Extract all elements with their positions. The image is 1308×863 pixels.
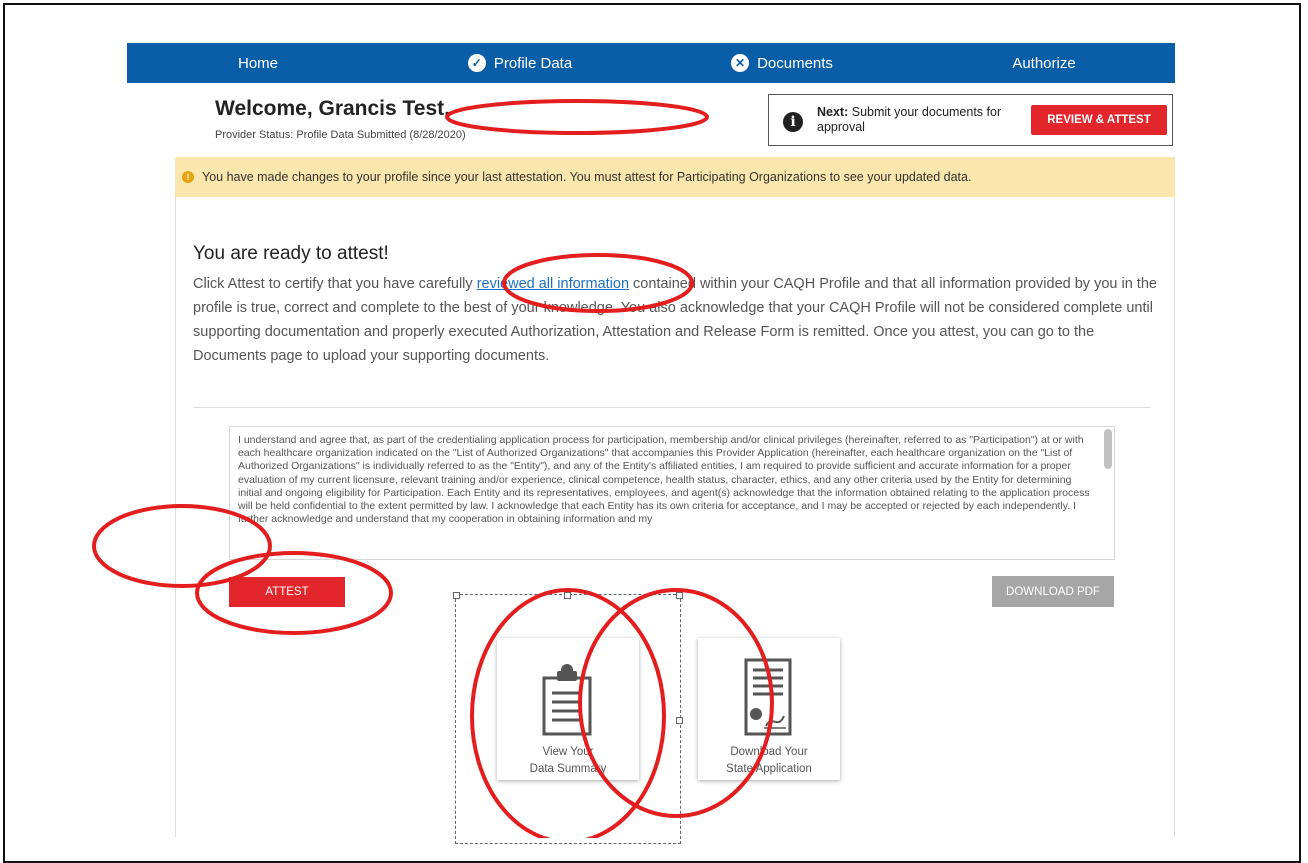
certificate-icon [744, 658, 792, 736]
check-circle-icon: ✓ [467, 54, 486, 72]
next-label: Next: [817, 105, 849, 119]
section-divider [193, 407, 1151, 408]
top-nav: Home ✓ Profile Data ✕ Documents Authoriz… [127, 43, 1175, 83]
clipboard-icon [542, 664, 592, 736]
download-state-application-card[interactable]: Download Your State Application [698, 638, 840, 780]
next-step-text: Next: Submit your documents for approval [817, 105, 1027, 135]
terms-scrollbar[interactable] [1104, 429, 1112, 469]
selection-handle[interactable] [676, 592, 683, 599]
ready-title: You are ready to attest! [193, 243, 389, 264]
provider-status: Provider Status: Profile Data Submitted … [215, 129, 466, 141]
review-attest-button[interactable]: REVIEW & ATTEST [1031, 105, 1167, 135]
changes-alert: ! You have made changes to your profile … [175, 157, 1175, 197]
info-icon: i [783, 112, 803, 132]
card-label-line1: Download Your [730, 746, 808, 758]
nav-item-profile-data[interactable]: ✓ Profile Data [389, 43, 651, 83]
nav-item-documents[interactable]: ✕ Documents [651, 43, 913, 83]
terms-textbox[interactable]: I understand and agree that, as part of … [229, 426, 1115, 560]
x-circle-icon: ✕ [731, 54, 750, 72]
card-label: View Your Data Summary [497, 744, 639, 778]
card-label: Download Your State Application [698, 744, 840, 778]
terms-text: I understand and agree that, as part of … [238, 434, 1090, 526]
alert-text: You have made changes to your profile si… [202, 170, 972, 184]
selection-handle[interactable] [676, 717, 683, 724]
next-step-box: i Next: Submit your documents for approv… [768, 94, 1173, 146]
nav-item-label: Profile Data [493, 54, 573, 72]
card-label-line2: State Application [726, 763, 812, 775]
attest-button[interactable]: ATTEST [229, 577, 345, 607]
ready-text-before: Click Attest to certify that you have ca… [193, 276, 477, 292]
card-label-line2: Data Summary [529, 763, 607, 775]
ready-description: Click Attest to certify that you have ca… [193, 272, 1163, 368]
selection-handle[interactable] [564, 592, 571, 599]
view-data-summary-card[interactable]: View Your Data Summary [497, 638, 639, 780]
warning-icon: ! [182, 171, 194, 183]
download-pdf-button[interactable]: DOWNLOAD PDF [992, 576, 1114, 607]
nav-item-label: Documents [757, 54, 833, 72]
card-label-line1: View Your [542, 746, 594, 758]
nav-item-label: Home [237, 54, 278, 72]
welcome-heading: Welcome, Grancis Test. [215, 97, 450, 120]
nav-item-authorize[interactable]: Authorize [913, 43, 1175, 83]
selection-handle[interactable] [453, 592, 460, 599]
nav-item-label: Authorize [1012, 54, 1076, 72]
reviewed-info-link[interactable]: reviewed all information [477, 276, 629, 292]
nav-item-home[interactable]: Home [127, 43, 389, 83]
